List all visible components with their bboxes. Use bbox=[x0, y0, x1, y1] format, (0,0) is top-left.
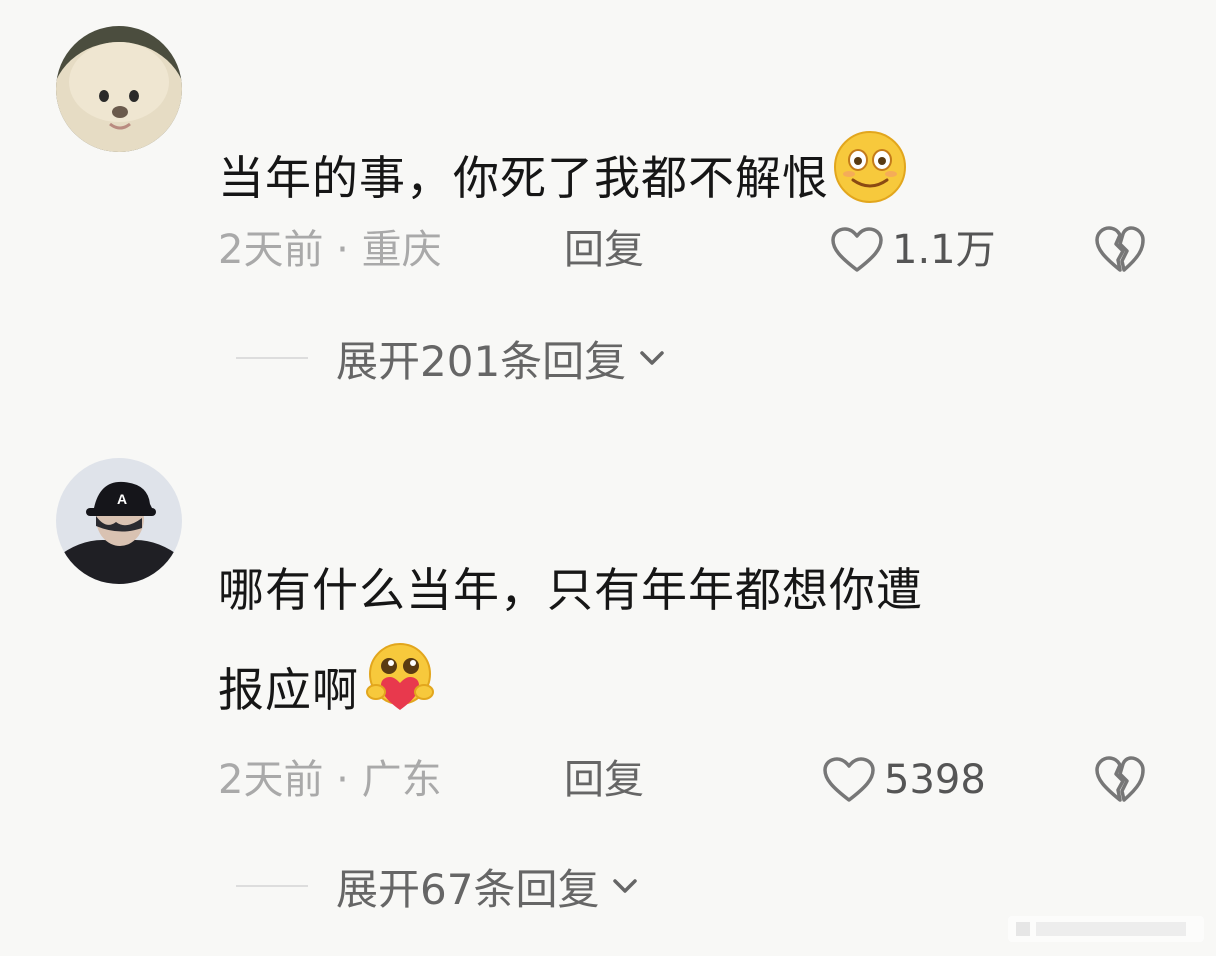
reply-button[interactable]: 回复 bbox=[564, 222, 644, 278]
comment-item: 当年的事，你死了我都不解恨 2天前 · 重庆 回复 1.1万 展开201条回复 bbox=[0, 0, 1216, 470]
reply-button[interactable]: 回复 bbox=[564, 752, 644, 808]
expand-replies-label: 展开201条回复 bbox=[336, 336, 627, 386]
divider-line bbox=[236, 885, 308, 887]
chevron-down-icon bbox=[640, 351, 664, 365]
divider-line bbox=[236, 357, 308, 359]
dislike-button[interactable] bbox=[1094, 754, 1146, 819]
heart-outline-icon bbox=[831, 227, 883, 272]
time-location: 2天前 · 重庆 bbox=[218, 227, 442, 273]
dislike-button[interactable] bbox=[1094, 224, 1146, 289]
comment-item: A 哪有什么当年，只有年年都想你遭 报应啊 2天前 · 广东 回复 5398 展… bbox=[0, 440, 1216, 914]
comment-text: 哪有什么当年，只有年年都想你遭 报应啊 bbox=[218, 563, 923, 718]
heart-outline-icon bbox=[823, 757, 875, 802]
chevron-down-icon bbox=[613, 879, 638, 893]
watermark-logo bbox=[1008, 916, 1204, 942]
svg-text:A: A bbox=[117, 491, 127, 507]
broken-heart-icon bbox=[1095, 756, 1145, 802]
expand-replies-label: 展开67条回复 bbox=[336, 864, 600, 914]
like-count: 1.1万 bbox=[892, 227, 996, 273]
smile-emoji-icon bbox=[831, 128, 909, 206]
expand-replies-button[interactable]: 展开201条回复 bbox=[236, 330, 668, 386]
broken-heart-icon bbox=[1095, 226, 1145, 272]
heart-hug-emoji-icon bbox=[361, 640, 439, 718]
like-count: 5398 bbox=[884, 757, 986, 803]
expand-replies-button[interactable]: 展开67条回复 bbox=[236, 858, 641, 914]
comment-meta: 2天前 · 广东 回复 5398 bbox=[218, 752, 1176, 808]
like-button[interactable]: 1.1万 bbox=[830, 222, 996, 278]
comment-meta: 2天前 · 重庆 回复 1.1万 bbox=[218, 222, 1176, 278]
avatar[interactable] bbox=[56, 26, 182, 152]
time-location: 2天前 · 广东 bbox=[218, 757, 442, 803]
avatar[interactable]: A bbox=[56, 458, 182, 584]
like-button[interactable]: 5398 bbox=[822, 752, 986, 808]
comment-text: 当年的事，你死了我都不解恨 bbox=[218, 128, 1116, 206]
